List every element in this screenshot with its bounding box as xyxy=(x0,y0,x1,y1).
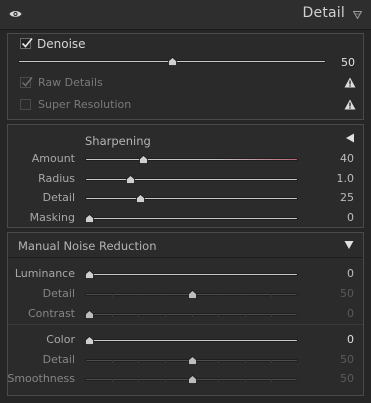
slider-value[interactable]: 0 xyxy=(326,267,354,280)
slider-thumb[interactable] xyxy=(188,355,197,365)
slider-thumb[interactable] xyxy=(126,174,135,184)
slider-value[interactable]: 25 xyxy=(326,191,354,204)
slider-value[interactable]: 40 xyxy=(326,152,354,165)
denoise-checkbox[interactable] xyxy=(20,37,33,49)
slider-label: Luminance xyxy=(14,267,75,280)
warning-icon[interactable] xyxy=(344,77,356,88)
warning-icon[interactable] xyxy=(344,99,356,110)
slider-value[interactable]: 50 xyxy=(326,353,354,366)
triangle-left-icon[interactable] xyxy=(345,133,355,143)
slider-label: Masking xyxy=(29,210,75,224)
slider-label: Detail xyxy=(42,191,75,204)
slider-ticks xyxy=(85,314,298,317)
slider-thumb[interactable] xyxy=(139,155,148,164)
slider-label: Smoothness xyxy=(7,372,75,385)
slider-thumb[interactable] xyxy=(85,213,94,223)
detail-panel: Detail Denoise 50 Raw Details Super Reso… xyxy=(0,0,371,403)
sharpening-title: Sharpening xyxy=(85,134,151,148)
slider-label: Detail xyxy=(42,352,75,366)
noise-reduction-title: Manual Noise Reduction xyxy=(18,239,157,253)
slider-thumb[interactable] xyxy=(85,310,94,319)
slider-label: Contrast xyxy=(27,307,75,320)
super-resolution-label: Super Resolution xyxy=(38,98,132,111)
section-divider xyxy=(8,257,363,258)
slider-label: Color xyxy=(46,333,75,346)
slider-thumb[interactable] xyxy=(188,290,197,299)
denoise-value[interactable]: 50 xyxy=(327,56,355,69)
slider-value[interactable]: 50 xyxy=(326,372,354,385)
slider-thumb[interactable] xyxy=(188,375,197,384)
checkmark-icon xyxy=(21,37,33,48)
triangle-down-icon[interactable] xyxy=(353,11,362,19)
panel-title: Detail xyxy=(302,5,345,21)
eye-icon[interactable] xyxy=(9,9,22,19)
slider-value[interactable]: 1.0 xyxy=(326,172,355,185)
denoise-slider-thumb[interactable] xyxy=(168,57,177,66)
slider-track[interactable] xyxy=(85,339,298,342)
slider-value[interactable]: 0 xyxy=(326,333,354,346)
slider-value[interactable]: 50 xyxy=(326,287,354,300)
raw-details-checkbox[interactable] xyxy=(20,77,33,88)
slider-track[interactable] xyxy=(85,197,298,200)
slider-thumb[interactable] xyxy=(85,270,94,279)
raw-details-label: Raw Details xyxy=(38,76,103,89)
slider-track[interactable] xyxy=(85,273,298,276)
slider-value[interactable]: 0 xyxy=(326,211,354,224)
super-resolution-checkbox[interactable] xyxy=(20,99,31,110)
checkmark-icon xyxy=(21,77,33,87)
slider-track[interactable] xyxy=(85,177,298,181)
triangle-down-icon[interactable] xyxy=(344,240,354,250)
denoise-label: Denoise xyxy=(37,37,86,51)
slider-value[interactable]: 0 xyxy=(326,307,354,320)
panel-header[interactable]: Detail xyxy=(0,0,371,30)
slider-thumb[interactable] xyxy=(85,336,94,345)
slider-label: Amount xyxy=(31,152,75,165)
slider-label: Radius xyxy=(38,171,75,185)
group-divider xyxy=(8,324,363,325)
slider-track[interactable] xyxy=(85,216,298,220)
slider-label: Detail xyxy=(42,287,75,300)
slider-track[interactable] xyxy=(85,158,298,161)
slider-thumb[interactable] xyxy=(136,194,145,203)
